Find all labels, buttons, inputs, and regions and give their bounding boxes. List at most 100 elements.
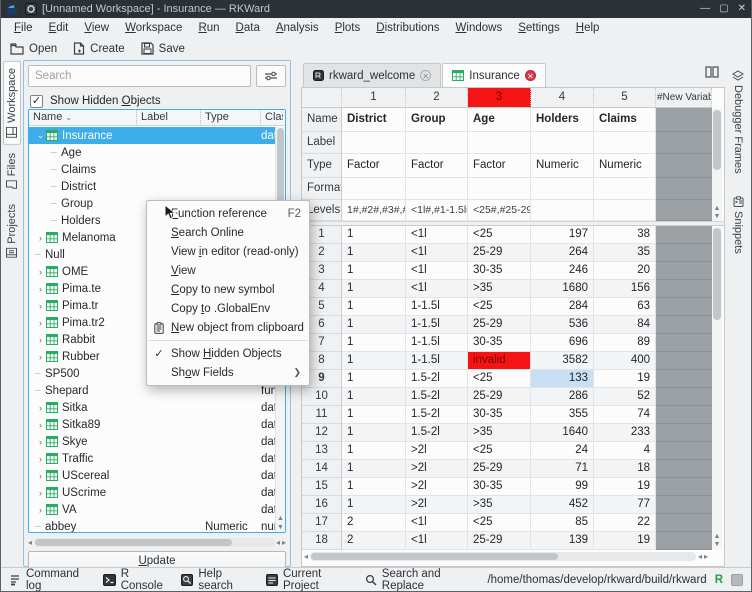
- data-cell[interactable]: <1l: [406, 280, 468, 298]
- menu-file[interactable]: File: [6, 21, 41, 35]
- data-cell[interactable]: >35: [468, 280, 531, 298]
- menu-view[interactable]: View: [76, 21, 117, 35]
- data-cell[interactable]: <25: [468, 298, 531, 316]
- data-cell[interactable]: 1: [342, 460, 406, 478]
- scroll-left-icon[interactable]: ◂: [276, 538, 280, 547]
- dock-tab-files[interactable]: Files: [4, 147, 20, 196]
- new-variable-cell[interactable]: [656, 424, 712, 442]
- new-variable-cell[interactable]: [656, 460, 712, 478]
- data-cell[interactable]: 18: [594, 460, 656, 478]
- meta-cell[interactable]: Holders: [531, 108, 594, 132]
- new-variable-cell[interactable]: [656, 388, 712, 406]
- data-cell[interactable]: 536: [531, 316, 594, 334]
- tree-item-uscereal[interactable]: ›UScerealdata.frame: [29, 467, 275, 484]
- statusbar-r-console[interactable]: R Console: [103, 568, 167, 592]
- context-menu-item-copy-to-globalenv[interactable]: Copy to .GlobalEnv: [147, 299, 309, 318]
- new-variable-cell[interactable]: [656, 514, 712, 532]
- expand-icon[interactable]: ›: [35, 267, 46, 277]
- data-cell[interactable]: 1.5-2l: [406, 406, 468, 424]
- new-variable-cell[interactable]: [656, 200, 712, 221]
- expand-icon[interactable]: ›: [35, 318, 46, 328]
- data-cell[interactable]: 1.5-2l: [406, 388, 468, 406]
- new-variable-cell[interactable]: [656, 370, 712, 388]
- new-variable-cell[interactable]: [656, 478, 712, 496]
- data-cell[interactable]: 1: [342, 442, 406, 460]
- data-cell[interactable]: 25-29: [468, 244, 531, 262]
- data-cell[interactable]: <1l: [406, 514, 468, 532]
- data-cell[interactable]: 1: [342, 316, 406, 334]
- meta-cell[interactable]: [342, 132, 406, 154]
- data-cell[interactable]: 35: [594, 244, 656, 262]
- tree-item-skye[interactable]: ›Skyedata.frame: [29, 433, 275, 450]
- row-header-15[interactable]: 15: [302, 478, 342, 496]
- data-cell[interactable]: <25: [468, 370, 531, 388]
- minimize-button[interactable]: —: [700, 4, 710, 14]
- data-cell[interactable]: 84: [594, 316, 656, 334]
- tree-item-insurance[interactable]: ⌄Insurancedata.frame: [29, 127, 275, 144]
- expand-icon[interactable]: ›: [35, 301, 46, 311]
- data-cell[interactable]: >2l: [406, 496, 468, 514]
- meta-vertical-scrollbar[interactable]: ▲ ▼: [712, 109, 722, 221]
- data-cell[interactable]: 696: [531, 334, 594, 352]
- scroll-left-icon[interactable]: ◂: [698, 552, 702, 561]
- data-cell[interactable]: 1680: [531, 280, 594, 298]
- data-cell[interactable]: 400: [594, 352, 656, 370]
- data-cell[interactable]: 19: [594, 370, 656, 388]
- data-cell[interactable]: 1: [342, 424, 406, 442]
- data-cell[interactable]: 286: [531, 388, 594, 406]
- close-tab-modified-icon[interactable]: ✕: [525, 70, 536, 81]
- expand-icon[interactable]: ›: [35, 352, 46, 362]
- meta-cell[interactable]: Factor: [342, 154, 406, 178]
- data-cell[interactable]: 99: [531, 478, 594, 496]
- data-cell[interactable]: 3582: [531, 352, 594, 370]
- dock-tab-debugger-frames[interactable]: Debugger Frames: [730, 64, 746, 180]
- row-header-17[interactable]: 17: [302, 514, 342, 532]
- data-cell[interactable]: 38: [594, 226, 656, 244]
- menu-windows[interactable]: Windows: [448, 21, 511, 35]
- scroll-left-icon[interactable]: ◂: [28, 538, 32, 547]
- data-cell[interactable]: 1: [342, 244, 406, 262]
- data-cell[interactable]: 19: [594, 478, 656, 496]
- data-cell[interactable]: 1: [342, 370, 406, 388]
- data-cell[interactable]: 1: [342, 388, 406, 406]
- new-variable-cell[interactable]: [656, 532, 712, 550]
- meta-cell[interactable]: Numeric: [594, 154, 656, 178]
- scrollbar-thumb[interactable]: [311, 553, 558, 560]
- expand-icon[interactable]: ›: [35, 284, 46, 294]
- meta-cell[interactable]: [342, 178, 406, 200]
- data-cell[interactable]: 264: [531, 244, 594, 262]
- scroll-down-icon[interactable]: ▼: [276, 524, 285, 531]
- row-header-10[interactable]: 10: [302, 388, 342, 406]
- data-cell[interactable]: 1-1.5l: [406, 352, 468, 370]
- tree-column-label[interactable]: Label: [137, 110, 201, 125]
- meta-cell[interactable]: [468, 132, 531, 154]
- data-cell[interactable]: 1: [342, 352, 406, 370]
- menu-edit[interactable]: Edit: [41, 21, 77, 35]
- context-menu-item-new-object-from-clipboard[interactable]: New object from clipboard: [147, 318, 309, 337]
- data-cell[interactable]: 22: [594, 514, 656, 532]
- data-cell[interactable]: 1: [342, 280, 406, 298]
- data-cell[interactable]: 77: [594, 496, 656, 514]
- row-header-14[interactable]: 14: [302, 460, 342, 478]
- scroll-right-icon[interactable]: ▸: [704, 552, 708, 561]
- menu-data[interactable]: Data: [228, 21, 268, 35]
- row-header-16[interactable]: 16: [302, 496, 342, 514]
- data-cell[interactable]: 30-35: [468, 262, 531, 280]
- dock-tab-snippets[interactable]: Snippets: [730, 190, 746, 260]
- tab-rkward-welcome[interactable]: rkward_welcome ✕: [303, 63, 441, 87]
- expand-icon[interactable]: ›: [35, 488, 46, 498]
- scroll-up-icon[interactable]: ▲: [712, 205, 722, 212]
- statusbar-command-log[interactable]: Command log: [9, 568, 88, 592]
- split-view-icon[interactable]: [705, 66, 719, 81]
- menu-run[interactable]: Run: [190, 21, 227, 35]
- expand-icon[interactable]: ›: [35, 420, 46, 430]
- new-variable-cell[interactable]: [656, 280, 712, 298]
- data-cell[interactable]: 1-1.5l: [406, 316, 468, 334]
- meta-row-header-name[interactable]: Name: [302, 108, 342, 132]
- scroll-left-icon[interactable]: ◂: [304, 552, 308, 561]
- new-variable-cell[interactable]: [656, 154, 712, 178]
- meta-cell[interactable]: [406, 132, 468, 154]
- scroll-down-icon[interactable]: ▼: [712, 541, 722, 548]
- row-header-13[interactable]: 13: [302, 442, 342, 460]
- data-cell[interactable]: 1-1.5l: [406, 298, 468, 316]
